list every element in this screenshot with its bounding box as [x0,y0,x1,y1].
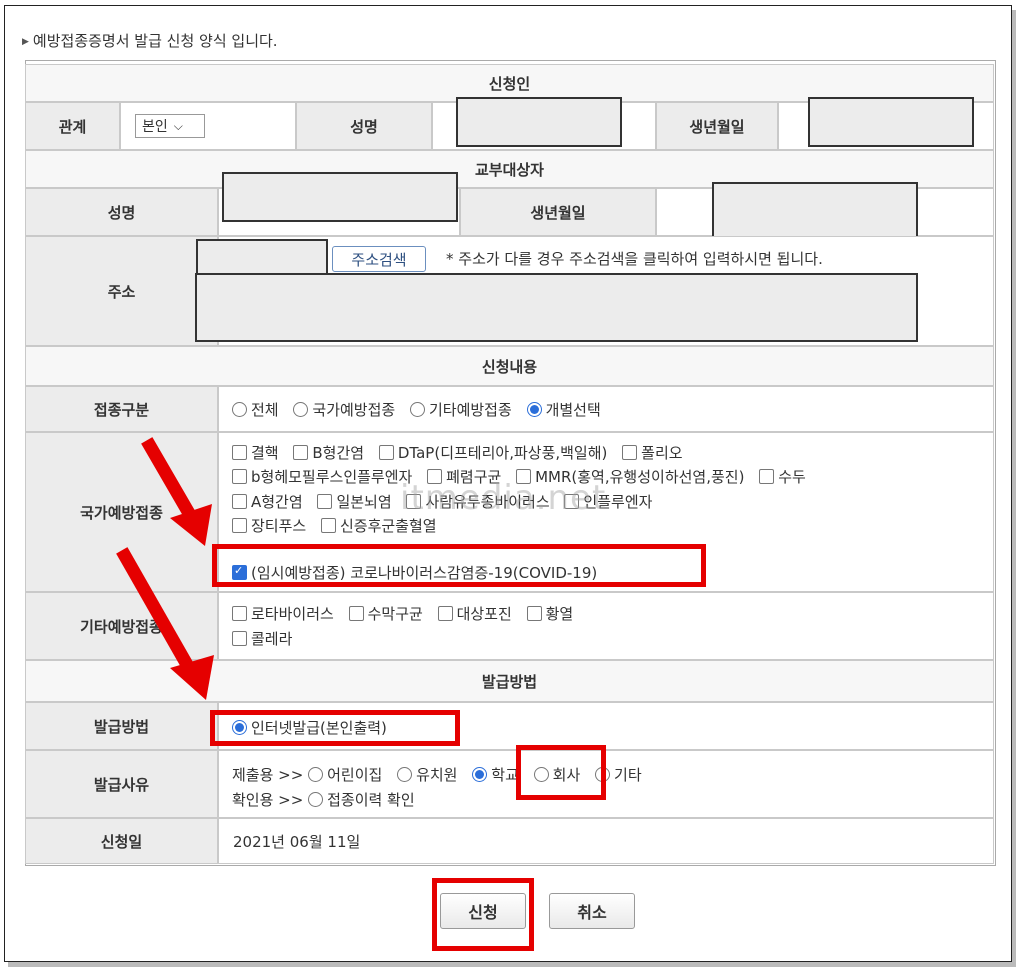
annotation-arrows [116,437,214,700]
arrow-icon [116,547,214,700]
arrow-icon [141,437,212,546]
